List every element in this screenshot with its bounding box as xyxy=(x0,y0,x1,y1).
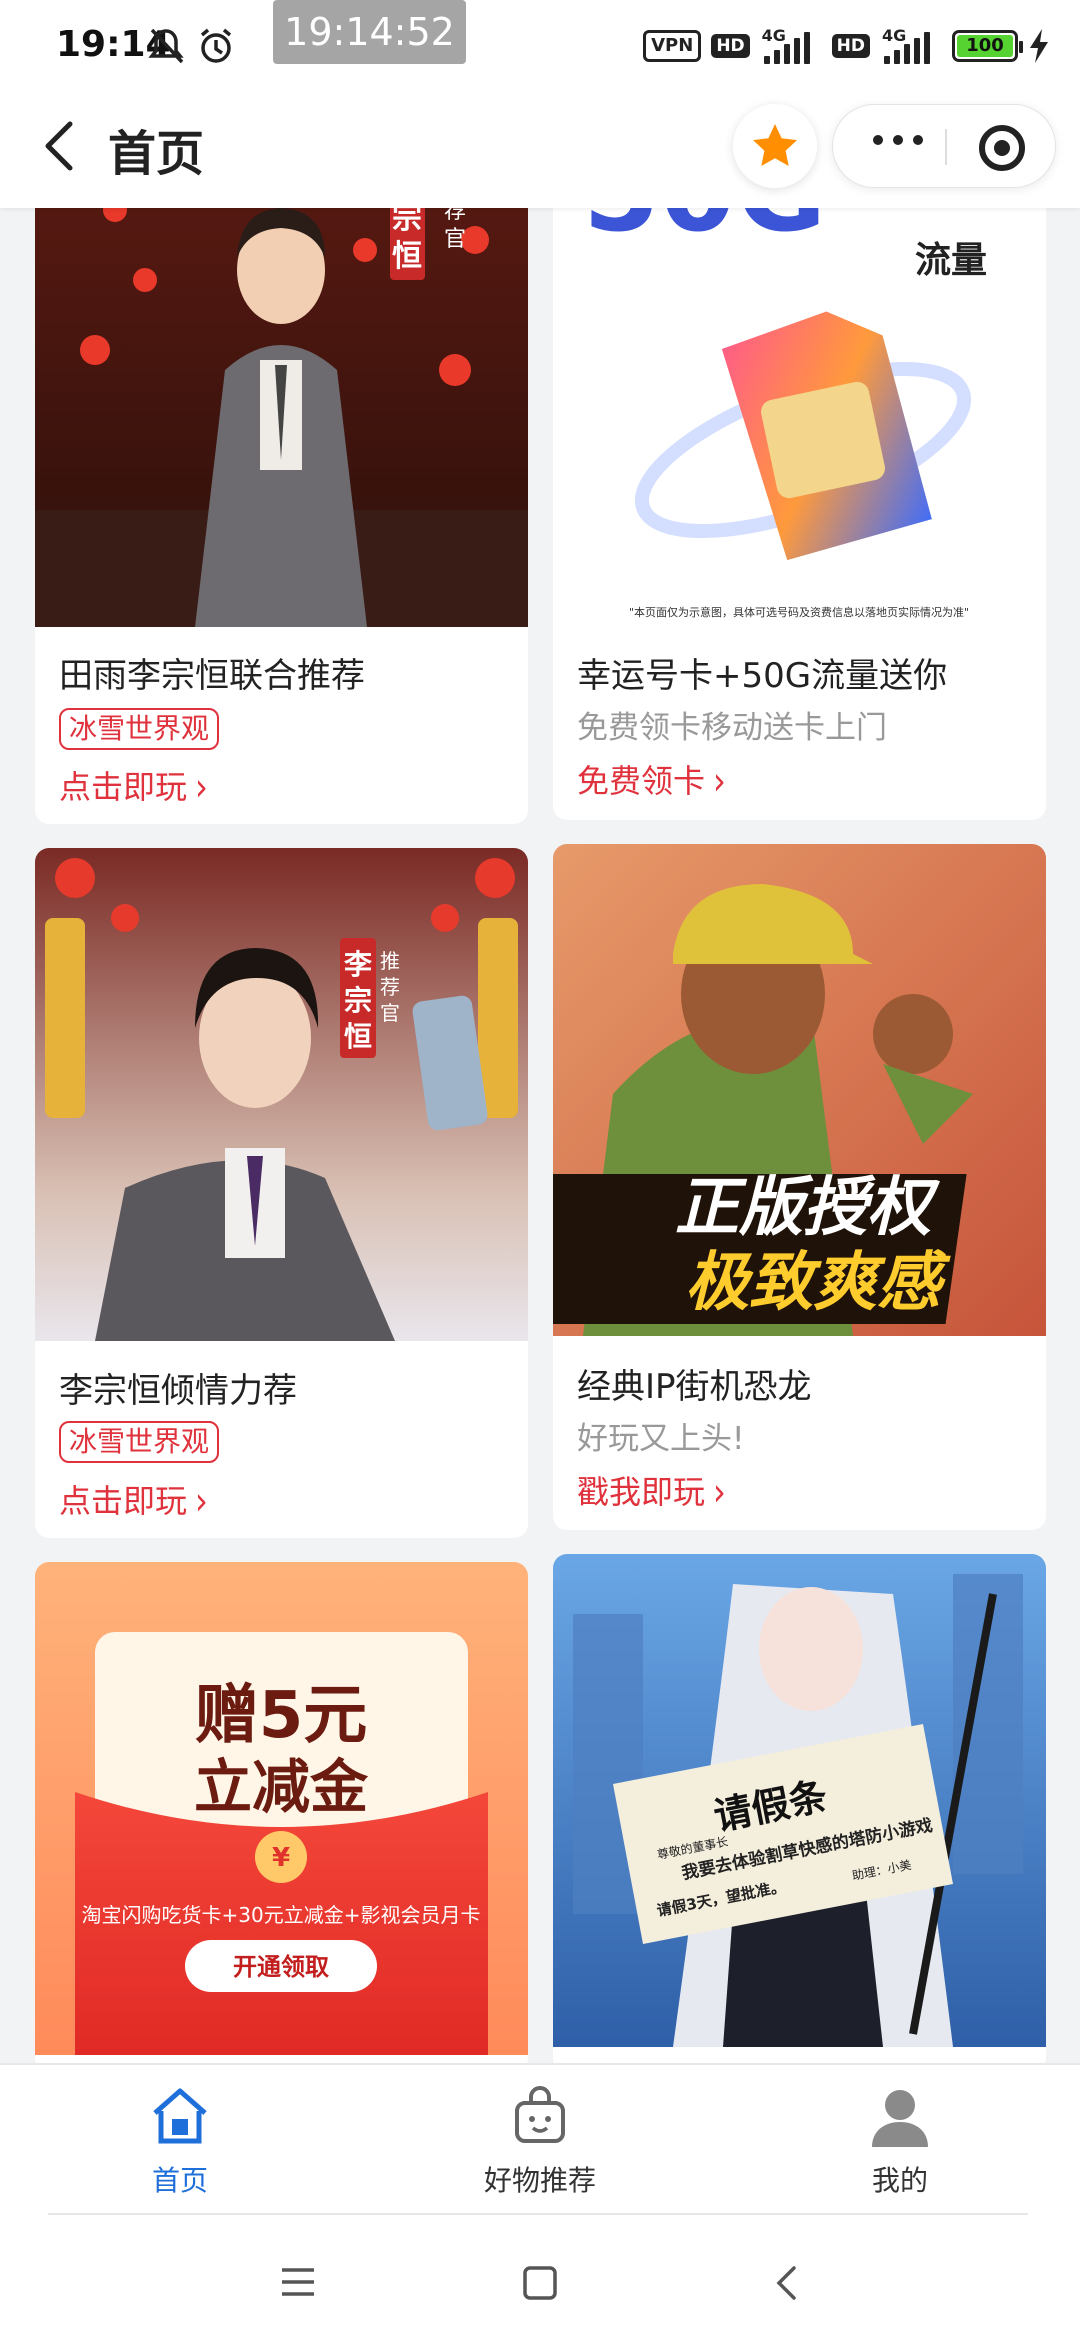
svg-text:李: 李 xyxy=(344,948,372,981)
recommend-card[interactable]: 李 宗 恒 推 荐 官 李宗恒倾情力荐 冰雪世界观 点击即玩 › xyxy=(35,848,528,1538)
page-title: 首页 xyxy=(108,126,205,182)
back-icon[interactable] xyxy=(772,2265,802,2301)
svg-text:极致爽感: 极致爽感 xyxy=(685,1246,951,1320)
bottom-tab-bar: 首页 好物推荐 我的 xyxy=(0,2063,1080,2213)
chevron-right-icon: › xyxy=(713,758,726,804)
mute-bell-icon xyxy=(148,28,184,64)
promo-image: 请假条 尊敬的董事长 我要去体验割草快感的塔防小游戏 请假3天，望批准。 助理：… xyxy=(553,1554,1046,2047)
card-title: 幸运号卡+50G流量送你 xyxy=(577,656,948,696)
promo-image: 正版授权 极致爽感 xyxy=(553,844,1046,1336)
recommend-card[interactable]: 50G 月 流量 "本页面仅为示意图，具体可选号码及资费信息以落地页实际情况为准… xyxy=(553,150,1046,820)
tab-home[interactable]: 首页 xyxy=(80,2085,280,2199)
promo-image: 李 宗 恒 推 荐 官 xyxy=(35,150,528,627)
back-arrow-icon[interactable] xyxy=(32,116,92,176)
svg-text:官: 官 xyxy=(380,1001,400,1025)
tab-recommend[interactable]: 好物推荐 xyxy=(440,2085,640,2199)
svg-text:推: 推 xyxy=(380,949,400,973)
card-cta-link[interactable]: 点击即玩 › xyxy=(59,1476,208,1524)
card-subtitle: 好玩又上头! xyxy=(577,1421,745,1457)
home-square-icon[interactable] xyxy=(522,2265,558,2301)
card-title: 经典IP街机恐龙 xyxy=(577,1367,812,1407)
chevron-right-icon: › xyxy=(195,1478,208,1524)
status-icons: VPN HD 4G HD 4G 100 xyxy=(643,26,1050,64)
recommend-card[interactable]: 李 宗 恒 推 荐 官 田雨李宗恒联合推荐 冰雪世界观 点击即玩› xyxy=(35,150,528,824)
svg-text:立减金: 立减金 xyxy=(194,1753,369,1821)
clock-overlay: 19:14:52 xyxy=(273,0,466,64)
card-cta-link[interactable]: 戳我即玩 › xyxy=(577,1467,726,1515)
alarm-icon xyxy=(200,28,232,63)
navigation-bar: 首页 xyxy=(0,90,1080,208)
recommend-card[interactable]: 请假条 尊敬的董事长 我要去体验割草快感的塔防小游戏 请假3天，望批准。 助理：… xyxy=(553,1554,1046,2072)
shopping-bag-icon xyxy=(515,2086,565,2143)
card-subtitle: 免费领卡移动送卡上门 xyxy=(577,710,887,746)
svg-text:恒: 恒 xyxy=(392,239,422,274)
card-tag: 冰雪世界观 xyxy=(59,1421,220,1463)
star-icon xyxy=(753,124,797,166)
favorite-button[interactable] xyxy=(733,104,817,188)
svg-text:恒: 恒 xyxy=(344,1020,372,1053)
hd-badge: HD xyxy=(711,34,750,58)
svg-text:开通领取: 开通领取 xyxy=(233,1953,329,1981)
charging-icon xyxy=(1030,29,1048,63)
svg-text:宗: 宗 xyxy=(344,984,372,1017)
battery-icon: 100 xyxy=(952,30,1023,62)
svg-text:¥: ¥ xyxy=(272,1843,290,1873)
card-tag: 冰雪世界观 xyxy=(59,708,220,750)
card-cta-link[interactable]: 免费领卡 › xyxy=(577,756,726,804)
signal-icon: 4G xyxy=(880,26,942,64)
card-title: 田雨李宗恒联合推荐 xyxy=(59,656,365,696)
promo-image: ¥ 赠5元 立减金 淘宝闪购吃货卡+30元立减金+影视会员月卡 开通领取 xyxy=(35,1562,528,2055)
home-icon xyxy=(153,2088,207,2144)
svg-text:"本页面仅为示意图，具体可选号码及资费信息以落地页实际情况为: "本页面仅为示意图，具体可选号码及资费信息以落地页实际情况为准" xyxy=(629,605,969,619)
svg-text:荐: 荐 xyxy=(380,975,400,999)
status-bar: 19:14 19:14:52 VPN HD 4G HD 4G 100 xyxy=(0,0,1080,90)
svg-text:流量: 流量 xyxy=(915,240,987,281)
promo-image: 李 宗 恒 推 荐 官 xyxy=(35,848,528,1341)
svg-text:官: 官 xyxy=(444,227,466,252)
chevron-right-icon: › xyxy=(713,1469,726,1515)
more-options-icon[interactable] xyxy=(873,135,923,145)
promo-image: 50G 月 流量 "本页面仅为示意图，具体可选号码及资费信息以落地页实际情况为准… xyxy=(553,150,1046,630)
profile-icon xyxy=(872,2090,928,2147)
hd-badge: HD xyxy=(831,34,870,58)
tab-profile[interactable]: 我的 xyxy=(800,2085,1000,2199)
recommend-card[interactable]: ¥ 赠5元 立减金 淘宝闪购吃货卡+30元立减金+影视会员月卡 开通领取 xyxy=(35,1562,528,2072)
system-navigation-bar xyxy=(0,2213,1080,2340)
mini-program-capsule xyxy=(832,104,1056,188)
svg-text:淘宝闪购吃货卡+30元立减金+影视会员月卡: 淘宝闪购吃货卡+30元立减金+影视会员月卡 xyxy=(82,1903,481,1927)
vpn-indicator: VPN xyxy=(643,30,702,62)
svg-text:赠5元: 赠5元 xyxy=(195,1679,368,1753)
chevron-right-icon: › xyxy=(195,764,208,810)
menu-icon[interactable] xyxy=(280,2267,316,2297)
signal-icon: 4G xyxy=(760,26,822,64)
close-mini-program-icon[interactable] xyxy=(979,125,1025,171)
card-title: 李宗恒倾情力荐 xyxy=(59,1371,297,1411)
recommend-card[interactable]: 正版授权 极致爽感 经典IP街机恐龙 好玩又上头! 戳我即玩 › xyxy=(553,844,1046,1530)
card-cta-link[interactable]: 点击即玩 › xyxy=(59,762,208,810)
svg-text:正版授权: 正版授权 xyxy=(675,1171,940,1245)
